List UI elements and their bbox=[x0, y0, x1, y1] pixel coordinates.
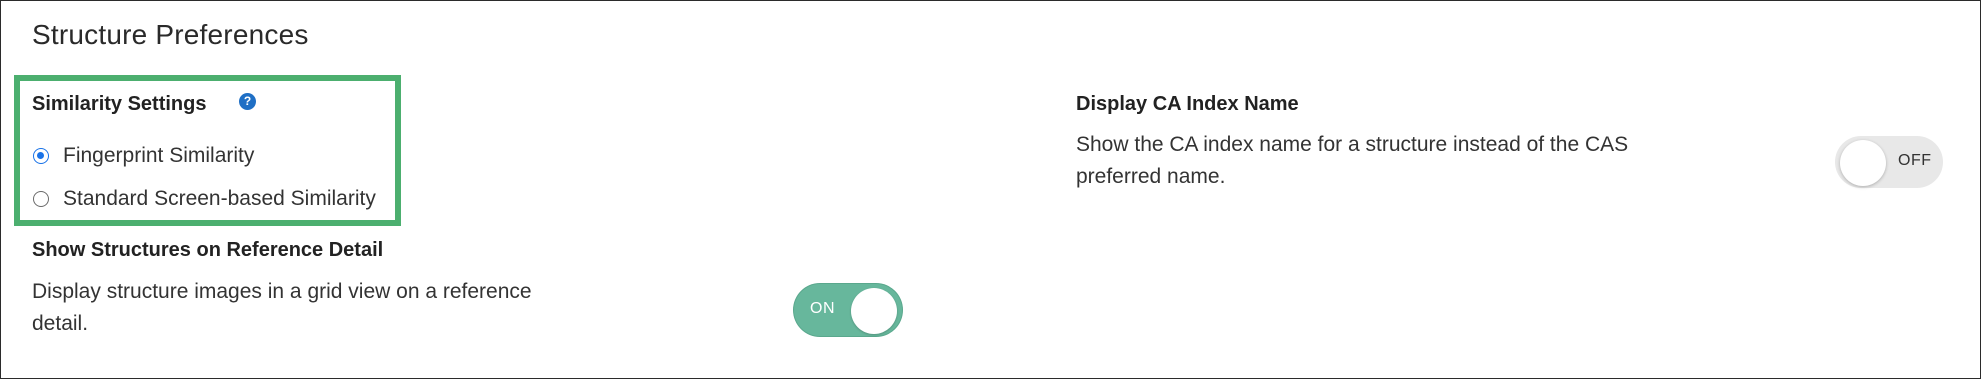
radio-checked-icon[interactable] bbox=[33, 148, 49, 164]
help-icon[interactable]: ? bbox=[239, 93, 256, 110]
show-structures-description-line2: detail. bbox=[32, 312, 89, 335]
toggle-state-label: OFF bbox=[1898, 152, 1932, 169]
radio-standard-screen-similarity[interactable]: Standard Screen-based Similarity bbox=[33, 187, 376, 211]
radio-label: Standard Screen-based Similarity bbox=[63, 187, 376, 210]
ca-index-description-line1: Show the CA index name for a structure i… bbox=[1076, 133, 1629, 156]
ca-index-description-line2: preferred name. bbox=[1076, 165, 1226, 188]
structure-preferences-panel: Structure Preferences Similarity Setting… bbox=[0, 0, 1981, 379]
ca-index-toggle[interactable]: OFF bbox=[1835, 136, 1943, 188]
similarity-settings-heading: Similarity Settings bbox=[32, 93, 207, 115]
toggle-knob bbox=[1840, 140, 1886, 186]
page-title: Structure Preferences bbox=[32, 19, 309, 50]
radio-label: Fingerprint Similarity bbox=[63, 144, 255, 167]
radio-unchecked-icon[interactable] bbox=[33, 191, 49, 207]
ca-index-description: Show the CA index name for a structure i… bbox=[1076, 129, 1628, 193]
show-structures-heading: Show Structures on Reference Detail bbox=[32, 239, 384, 261]
ca-index-heading: Display CA Index Name bbox=[1076, 93, 1299, 115]
radio-fingerprint-similarity[interactable]: Fingerprint Similarity bbox=[33, 144, 254, 168]
show-structures-description: Display structure images in a grid view … bbox=[32, 276, 532, 340]
toggle-state-label: ON bbox=[810, 300, 835, 317]
toggle-knob bbox=[851, 288, 897, 334]
show-structures-description-line1: Display structure images in a grid view … bbox=[32, 280, 532, 303]
show-structures-toggle[interactable]: ON bbox=[794, 284, 902, 336]
